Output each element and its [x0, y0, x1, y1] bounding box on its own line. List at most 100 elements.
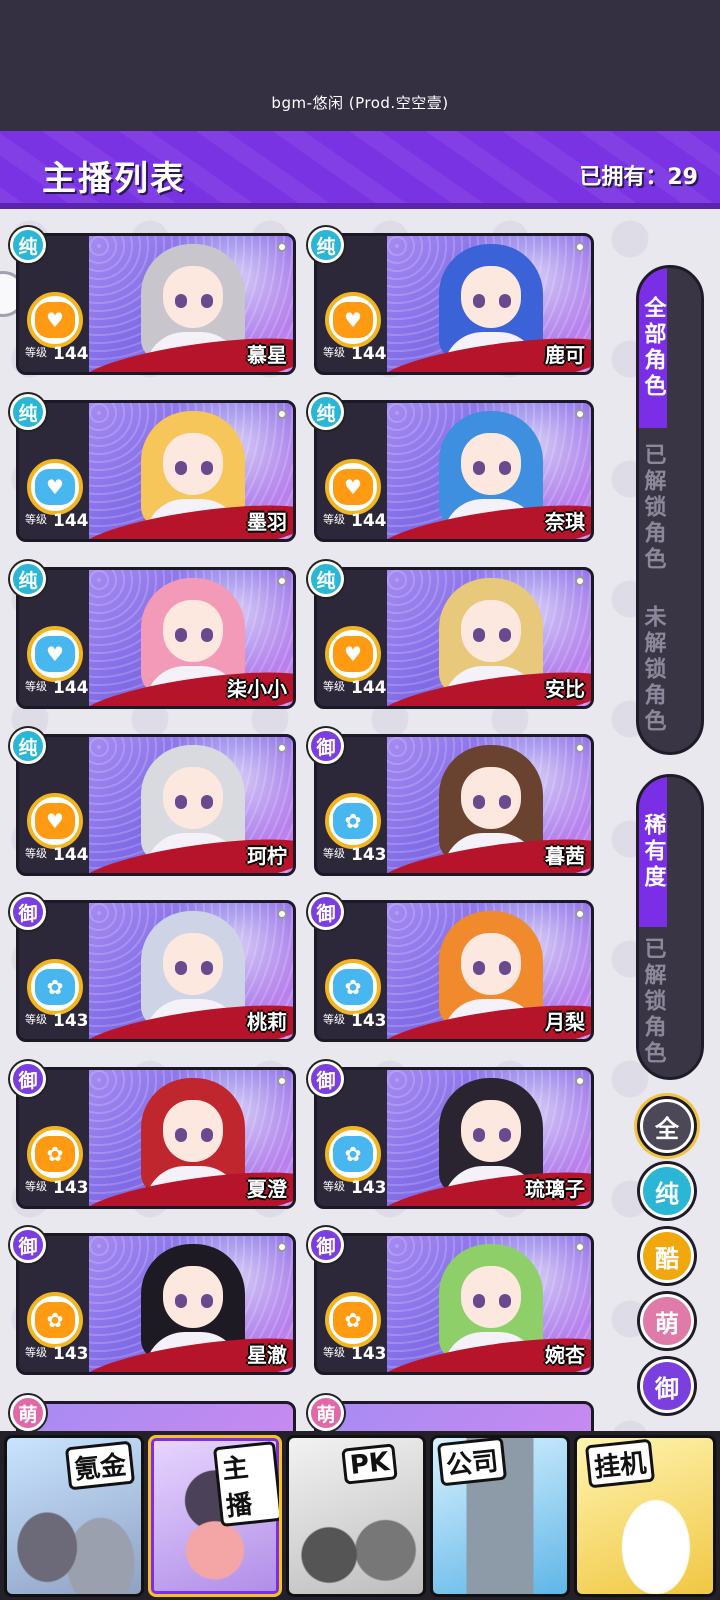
nav-pk-label: PK — [341, 1443, 398, 1485]
level-value: 143 — [53, 1178, 89, 1198]
streamer-card[interactable]: ♥ 等级 144 柒小小 — [16, 567, 296, 709]
rose-icon: ✿ — [27, 1292, 83, 1348]
rose-icon: ✿ — [325, 1126, 381, 1182]
streamer-name: 鹿可 — [545, 343, 585, 367]
heartbeat-icon: ♥ — [325, 459, 381, 515]
level-label: 等级 — [25, 1013, 47, 1026]
level-value: 143 — [53, 1344, 89, 1364]
rarity-badge: 御 — [10, 894, 46, 930]
nav-idle-label: 挂机 — [584, 1438, 656, 1489]
filter-royal-button[interactable]: 御 — [640, 1359, 694, 1413]
nav-pk[interactable]: PK — [286, 1435, 426, 1597]
level-value: 143 — [351, 845, 387, 865]
status-area: bgm-悠闲 (Prod.空空壹) — [0, 0, 720, 131]
heartbeat-icon: ♥ — [325, 626, 381, 682]
rarity-badge: 纯 — [10, 227, 46, 263]
streamer-card[interactable]: ✿ 等级 143 月梨 — [314, 900, 594, 1042]
streamer-name: 慕星 — [247, 343, 287, 367]
level-value: 144 — [351, 344, 387, 364]
streamer-card[interactable]: ♥ 等级 144 鹿可 — [314, 233, 594, 375]
streamer-list[interactable]: ♥ 等级 144 慕星纯 ♥ 等级 144 鹿可纯 ♥ 等级 144 墨羽 纯 … — [0, 209, 720, 1431]
rarity-badge: 纯 — [10, 728, 46, 764]
bgm-label: bgm-悠闲 (Prod.空空壹) — [271, 94, 449, 112]
streamer-card[interactable]: ♥ 等级 144 慕星 — [16, 233, 296, 375]
tab-rarity-unlocked[interactable]: 已解锁角色 — [639, 927, 667, 1077]
filter-cute-button[interactable]: 萌 — [640, 1294, 694, 1348]
level-value: 143 — [351, 1344, 387, 1364]
streamer-name: 月梨 — [545, 1010, 585, 1034]
level-label: 等级 — [25, 1346, 47, 1359]
streamer-card[interactable]: ♥ 等级 144 奈琪 — [314, 400, 594, 542]
page-header: 主播列表 已拥有：29 — [0, 131, 720, 209]
tab-unlocked-roles[interactable]: 已解锁角色 — [639, 428, 667, 588]
level-label: 等级 — [323, 1346, 345, 1359]
nav-streamer-label: 主播 — [212, 1440, 279, 1528]
rarity-badge: 纯 — [308, 561, 344, 597]
level-value: 144 — [53, 678, 89, 698]
level-value: 143 — [351, 1011, 387, 1031]
filter-cool-button[interactable]: 酷 — [640, 1229, 694, 1283]
filter-pure-button[interactable]: 纯 — [640, 1164, 694, 1218]
streamer-card[interactable] — [314, 1401, 594, 1431]
rose-icon: ✿ — [27, 959, 83, 1015]
rarity-badge: 御 — [10, 1227, 46, 1263]
streamer-name: 墨羽 — [247, 510, 287, 534]
bottom-nav: 氪金 主播 PK 公司 挂机 — [0, 1431, 720, 1600]
rarity-badge: 纯 — [10, 561, 46, 597]
owned-count: 已拥有：29 — [579, 165, 698, 190]
streamer-name: 夏澄 — [247, 1177, 287, 1201]
rose-icon: ✿ — [325, 1292, 381, 1348]
streamer-name: 奈琪 — [545, 510, 585, 534]
heartbeat-icon: ♥ — [27, 292, 83, 348]
level-label: 等级 — [323, 680, 345, 693]
level-value: 143 — [351, 1178, 387, 1198]
streamer-card[interactable]: ✿ 等级 143 星澈 — [16, 1233, 296, 1375]
level-label: 等级 — [323, 1013, 345, 1026]
rarity-badge: 纯 — [308, 227, 344, 263]
rarity-badge: 萌 — [308, 1395, 344, 1431]
nav-streamer[interactable]: 主播 — [148, 1435, 282, 1597]
nav-krypton-label: 氪金 — [64, 1440, 136, 1491]
level-label: 等级 — [323, 513, 345, 526]
level-label: 等级 — [323, 1180, 345, 1193]
heartbeat-icon: ♥ — [27, 459, 83, 515]
streamer-card[interactable]: ✿ 等级 143 夏澄 — [16, 1067, 296, 1209]
streamer-card[interactable]: ✿ 等级 143 桃莉 — [16, 900, 296, 1042]
filter-all-button[interactable]: 全 — [640, 1099, 694, 1153]
streamer-card[interactable]: ♥ 等级 144 墨羽 — [16, 400, 296, 542]
tab-all-roles[interactable]: 全部角色 — [639, 268, 667, 428]
level-label: 等级 — [25, 513, 47, 526]
streamer-card[interactable]: ♥ 等级 144 安比 — [314, 567, 594, 709]
nav-krypton[interactable]: 氪金 — [4, 1435, 144, 1597]
streamer-card[interactable]: ♥ 等级 144 珂柠 — [16, 734, 296, 876]
role-filter-panel: 全部角色 已解锁角色 未解锁角色 — [636, 265, 704, 755]
streamer-name: 柒小小 — [227, 677, 287, 701]
level-label: 等级 — [25, 1180, 47, 1193]
rose-icon: ✿ — [325, 793, 381, 849]
level-value: 144 — [53, 845, 89, 865]
rarity-badge: 纯 — [10, 394, 46, 430]
nav-company-label: 公司 — [436, 1438, 508, 1487]
tab-locked-roles[interactable]: 未解锁角色 — [639, 588, 667, 752]
level-value: 143 — [53, 1011, 89, 1031]
streamer-name: 星澈 — [247, 1343, 287, 1367]
level-value: 144 — [351, 511, 387, 531]
rarity-badge: 御 — [10, 1061, 46, 1097]
tab-rarity[interactable]: 稀有度 — [639, 777, 667, 927]
rarity-panel: 稀有度 已解锁角色 — [636, 774, 704, 1080]
rarity-badge: 御 — [308, 1227, 344, 1263]
nav-idle[interactable]: 挂机 — [574, 1435, 716, 1597]
streamer-name: 安比 — [545, 677, 585, 701]
streamer-card[interactable]: ✿ 等级 143 婉杏 — [314, 1233, 594, 1375]
rarity-badge: 萌 — [10, 1395, 46, 1431]
streamer-name: 琉璃子 — [525, 1177, 585, 1201]
level-label: 等级 — [25, 680, 47, 693]
heartbeat-icon: ♥ — [27, 793, 83, 849]
streamer-card[interactable] — [16, 1401, 296, 1431]
page-title: 主播列表 — [42, 159, 186, 199]
rose-icon: ✿ — [325, 959, 381, 1015]
heartbeat-icon: ♥ — [27, 626, 83, 682]
streamer-card[interactable]: ✿ 等级 143 暮茜 — [314, 734, 594, 876]
nav-company[interactable]: 公司 — [430, 1435, 570, 1597]
streamer-card[interactable]: ✿ 等级 143 琉璃子 — [314, 1067, 594, 1209]
